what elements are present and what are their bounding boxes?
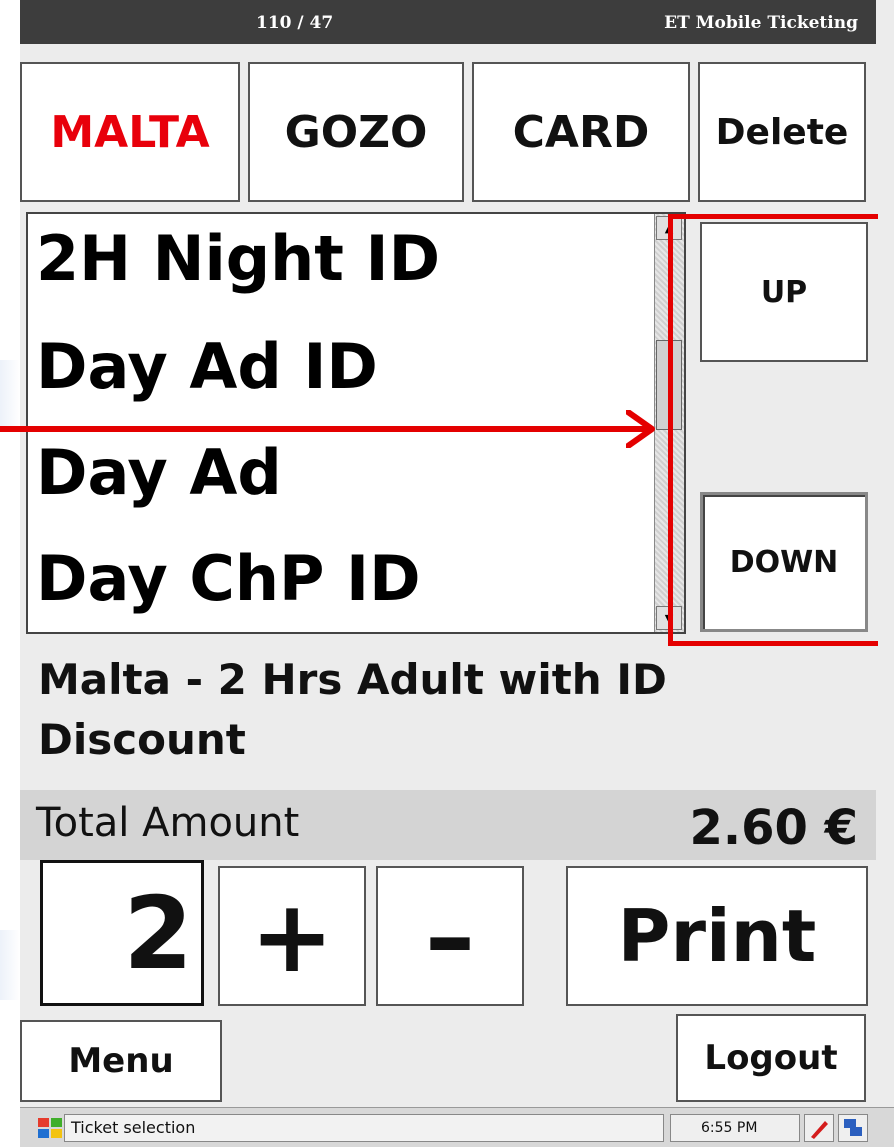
total-amount-value: 2.60 €	[689, 800, 858, 856]
selection-description: Malta - 2 Hrs Adult with ID Discount	[38, 655, 667, 764]
app-screen: 110 / 47 ET Mobile Ticketing MALTA GOZO …	[20, 0, 894, 1147]
system-tray[interactable]: 6:55 PM	[670, 1114, 800, 1142]
annotation-highlight-box	[668, 214, 878, 646]
list-item[interactable]: Day Ad	[36, 442, 282, 504]
quantity-display: 2	[40, 860, 204, 1006]
taskbar-app-label[interactable]: Ticket selection	[64, 1114, 664, 1142]
annotation-arrow	[0, 410, 655, 448]
menu-button[interactable]: Menu	[20, 1020, 222, 1102]
total-amount-label: Total Amount	[36, 800, 300, 846]
taskbar: Ticket selection 6:55 PM	[20, 1107, 894, 1147]
quantity-plus-button[interactable]: +	[218, 866, 366, 1006]
tab-gozo[interactable]: GOZO	[248, 62, 464, 202]
app-title: ET Mobile Ticketing	[664, 13, 858, 33]
tab-malta[interactable]: MALTA	[20, 62, 240, 202]
print-button[interactable]: Print	[566, 866, 868, 1006]
list-item[interactable]: Day ChP ID	[36, 548, 421, 610]
logout-button[interactable]: Logout	[676, 1014, 866, 1102]
ticket-list[interactable]: 2H Night ID Day Ad ID Day Ad Day ChP ID …	[26, 212, 686, 634]
tab-card[interactable]: CARD	[472, 62, 690, 202]
clock-time: 6:55 PM	[701, 1120, 758, 1136]
ticket-counter: 110 / 47	[256, 13, 334, 33]
title-bar: 110 / 47 ET Mobile Ticketing	[20, 0, 876, 44]
pen-input-icon[interactable]	[804, 1114, 834, 1142]
list-item[interactable]: Day Ad ID	[36, 336, 378, 398]
delete-button[interactable]: Delete	[698, 62, 866, 202]
windows-start-icon[interactable]	[34, 1116, 66, 1140]
quantity-minus-button[interactable]: –	[376, 866, 524, 1006]
window-switch-icon[interactable]	[838, 1114, 868, 1142]
list-item[interactable]: 2H Night ID	[36, 228, 440, 290]
